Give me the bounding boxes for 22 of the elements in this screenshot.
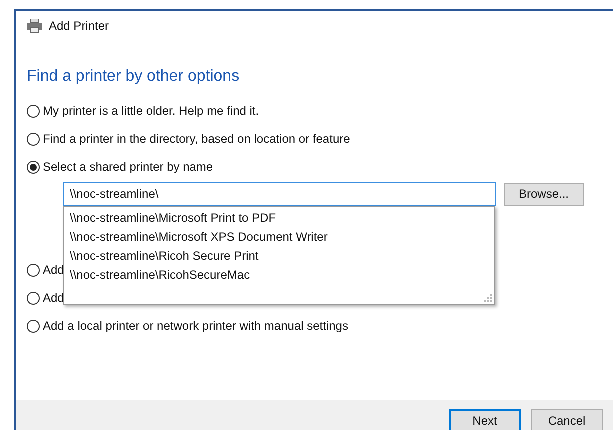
option-label[interactable]: Find a printer in the directory, based on location or feature	[43, 130, 350, 148]
suggestion-item[interactable]: \\noc-streamline\Microsoft XPS Document Writer	[64, 228, 494, 247]
option-label[interactable]: Select a shared printer by name	[43, 158, 214, 176]
dialog-button[interactable]: Cancel	[531, 409, 603, 430]
radio-button[interactable]	[27, 132, 40, 146]
printer-icon	[27, 19, 43, 33]
radio-button[interactable]	[27, 264, 40, 276]
radio-button[interactable]	[27, 292, 40, 304]
suggestion-item[interactable]: \\noc-streamline\RicohSecureMac	[64, 266, 494, 285]
browse-button[interactable]: Browse...	[504, 182, 584, 206]
radio-button[interactable]	[27, 320, 40, 332]
page-heading: Find a printer by other options	[27, 67, 241, 87]
window-title: Add Printer	[49, 18, 110, 35]
resize-grip-icon[interactable]	[483, 293, 492, 302]
option-label[interactable]: Add a local printer or network printer with manual settings	[43, 317, 348, 335]
printer-name-field[interactable]: \\noc-streamline\	[63, 182, 496, 206]
option-label[interactable]: My printer is a little older. Help me find it.	[43, 102, 260, 120]
radio-button[interactable]	[27, 104, 40, 118]
radio-button[interactable]	[27, 160, 40, 174]
dialog-button[interactable]: Next	[449, 409, 521, 430]
suggestion-item[interactable]: \\noc-streamline\Ricoh Secure Print	[64, 247, 494, 266]
suggestion-item[interactable]: \\noc-streamline\Microsoft Print to PDF	[64, 209, 494, 228]
